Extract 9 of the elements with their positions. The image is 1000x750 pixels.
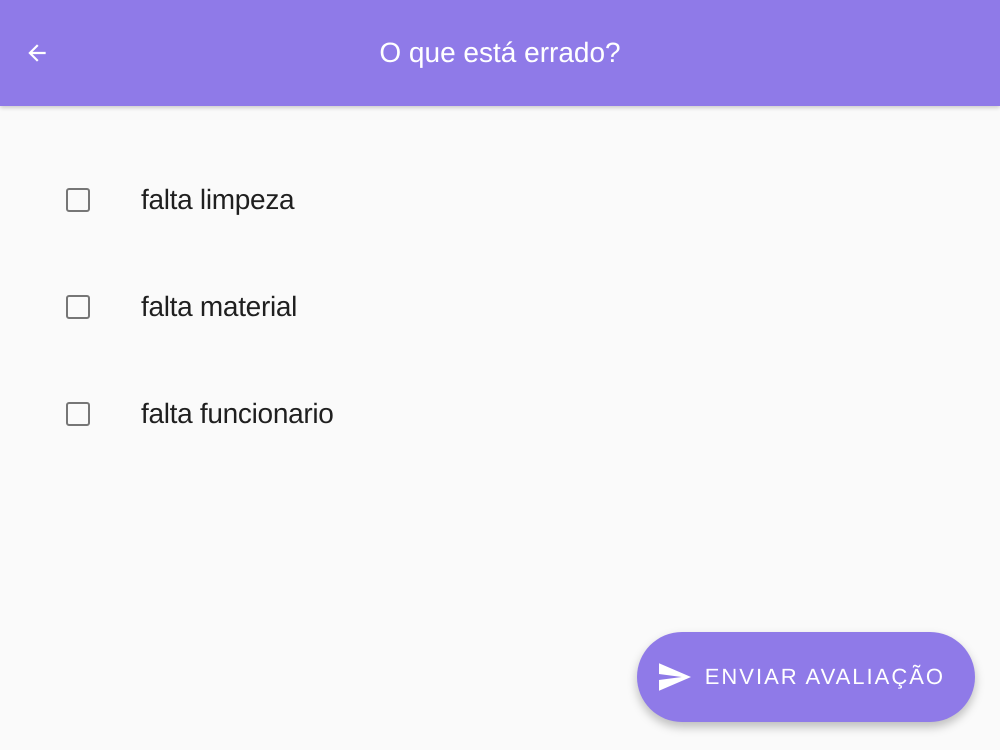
checkbox[interactable]	[66, 402, 90, 426]
checkbox[interactable]	[66, 294, 90, 318]
option-label: falta funcionario	[141, 398, 334, 430]
checkbox[interactable]	[66, 188, 90, 212]
submit-review-button[interactable]: ENVIAR AVALIAÇÃO	[636, 632, 975, 722]
send-icon	[658, 662, 691, 692]
option-label: falta limpeza	[141, 184, 294, 216]
screen-title: O que está errado?	[378, 37, 622, 69]
option-label: falta material	[141, 290, 298, 322]
